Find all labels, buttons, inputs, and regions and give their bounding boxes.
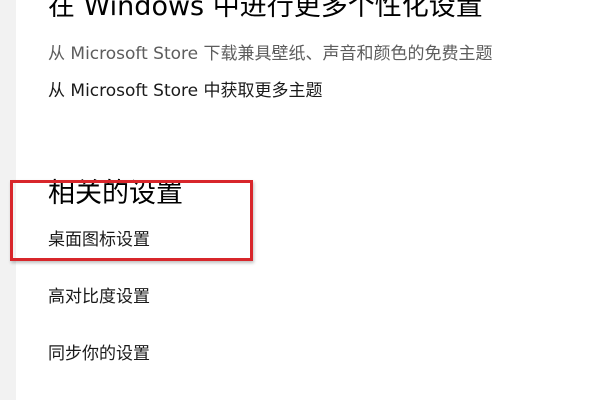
desktop-icon-settings-link[interactable]: 桌面图标设置	[48, 228, 150, 252]
settings-content: 在 Windows 中进行更多个性化设置 从 Microsoft Store 下…	[0, 0, 600, 400]
related-settings-title: 相关的设置	[48, 178, 183, 209]
personalize-section-title: 在 Windows 中进行更多个性化设置	[48, 0, 483, 22]
personalize-description: 从 Microsoft Store 下载兼具壁纸、声音和颜色的免费主题	[48, 44, 493, 64]
get-more-themes-link[interactable]: 从 Microsoft Store 中获取更多主题	[48, 79, 323, 103]
sync-settings-link[interactable]: 同步你的设置	[48, 342, 150, 366]
high-contrast-settings-link[interactable]: 高对比度设置	[48, 285, 150, 309]
